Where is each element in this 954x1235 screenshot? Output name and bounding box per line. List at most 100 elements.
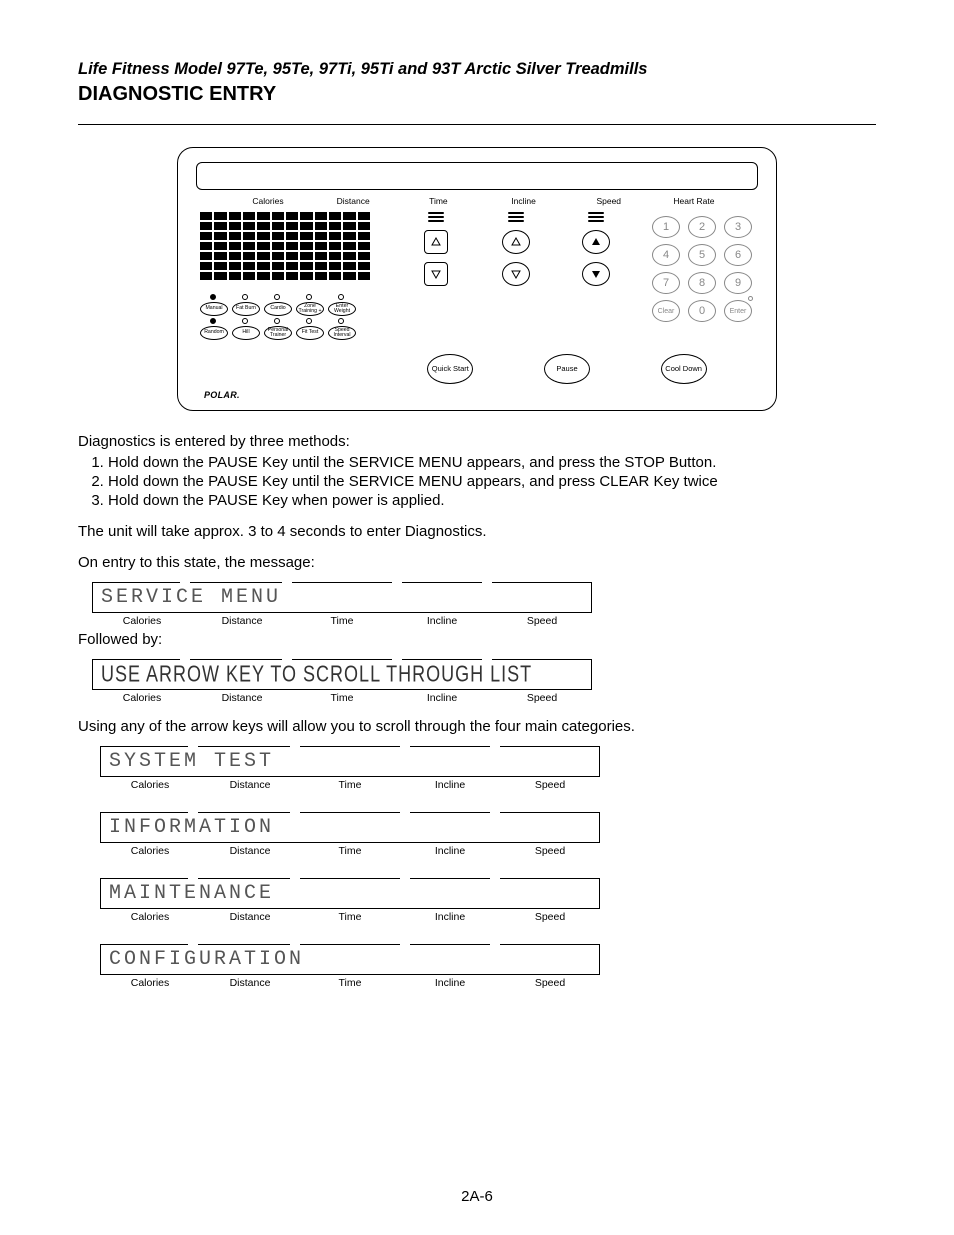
label: Speed [579,196,639,206]
label: Time [300,977,400,989]
up-arrow-icon [424,230,448,254]
label: Time [300,911,400,923]
prog-btn: Manual [200,302,228,316]
console-action-row: Quick Start Pause Cool Down [192,346,762,384]
prog-btn: Random [200,326,228,340]
display-text: USE ARROW KEY TO SCROLL THROUGH LIST [101,660,532,687]
label: Calories [100,845,200,857]
display-maintenance: MAINTENANCE CaloriesDistanceTimeInclineS… [100,873,600,923]
down-arrow-icon [424,262,448,286]
scroll-note-text: Using any of the arrow keys will allow y… [78,718,876,735]
header-title: DIAGNOSTIC ENTRY [78,83,876,106]
label: Calories [92,692,192,704]
cool-down-button: Cool Down [661,354,707,384]
display-text: SERVICE MENU [101,586,281,609]
label: Speed [492,692,592,704]
label: Incline [392,692,492,704]
key-1: 1 [652,216,680,238]
delay-text: The unit will take approx. 3 to 4 second… [78,523,876,540]
label: Speed [492,615,592,627]
display-labels: CaloriesDistanceTimeInclineSpeed [100,909,600,923]
page-number: 2A-6 [0,1188,954,1205]
label: Incline [494,196,554,206]
time-col [407,212,465,346]
step-item: Hold down the PAUSE Key until the SERVIC… [108,473,876,490]
key-clear: Clear [652,300,680,322]
prog-btn: Speed Interval [328,326,356,340]
prog-btn: Enter Weight [328,302,356,316]
program-row-2: Random Hill Personal Trainer Fit Test Sp… [200,322,390,340]
label: Heart Rate [664,196,724,206]
entry-msg-text: On entry to this state, the message: [78,554,876,571]
label: Incline [400,977,500,989]
display-configuration: CONFIGURATION CaloriesDistanceTimeInclin… [100,939,600,989]
display-labels: CaloriesDistanceTimeInclineSpeed [100,843,600,857]
prog-btn: Fat Burn [232,302,260,316]
console-top-labels: Calories Distance Time Incline Speed Hea… [192,196,762,206]
followed-by-text: Followed by: [78,631,876,648]
label: Time [300,845,400,857]
polar-brand: POLAR. [204,390,762,400]
up-arrow-icon [502,230,530,254]
pause-button: Pause [544,354,590,384]
key-7: 7 [652,272,680,294]
label: Speed [500,779,600,791]
header-subtitle: Life Fitness Model 97Te, 95Te, 97Ti, 95T… [78,60,876,79]
step-item: Hold down the PAUSE Key until the SERVIC… [108,454,876,471]
display-labels: CaloriesDistanceTimeInclineSpeed [100,777,600,791]
display-information: INFORMATION CaloriesDistanceTimeInclineS… [100,807,600,857]
console-left: Manual Fat Burn Cardio Zone Training + E… [192,212,390,346]
display-text: MAINTENANCE [109,882,274,905]
display-service-menu: SERVICE MENU Calories Distance Time Incl… [92,577,592,627]
label: Distance [192,615,292,627]
label: Time [300,779,400,791]
quick-start-button: Quick Start [427,354,473,384]
intro-text: Diagnostics is entered by three methods: [78,433,876,450]
console-dot-grid [200,212,370,280]
display-text: SYSTEM TEST [109,750,274,773]
incline-col [487,212,545,346]
key-6: 6 [724,244,752,266]
prog-btn: Fit Test [296,326,324,340]
label: Calories [238,196,298,206]
label: Incline [400,845,500,857]
display-text: CONFIGURATION [109,948,304,971]
label: Calories [100,977,200,989]
display-labels: Calories Distance Time Incline Speed [92,613,592,627]
key-0: 0 [688,300,716,322]
header-rule [78,124,876,125]
label: Distance [192,692,292,704]
label: Time [408,196,468,206]
display-text: INFORMATION [109,816,274,839]
prog-btn: Cardio [264,302,292,316]
key-4: 4 [652,244,680,266]
console-center [390,212,642,346]
down-arrow-icon [582,262,610,286]
label: Incline [392,615,492,627]
step-item: Hold down the PAUSE Key when power is ap… [108,492,876,509]
label: Speed [500,911,600,923]
key-enter: Enter [724,300,752,322]
key-5: 5 [688,244,716,266]
label: Distance [200,911,300,923]
console-keypad-area: 1 2 3 4 5 6 7 8 9 Clear 0 Enter [642,212,762,346]
prog-btn: Hill [232,326,260,340]
display-labels: Calories Distance Time Incline Speed [92,690,592,704]
label: Distance [323,196,383,206]
label: Calories [92,615,192,627]
label: Speed [500,845,600,857]
key-2: 2 [688,216,716,238]
label: Time [292,692,392,704]
label: Time [292,615,392,627]
label: Incline [400,779,500,791]
numeric-keypad: 1 2 3 4 5 6 7 8 9 Clear 0 Enter [652,216,752,322]
steps-list: Hold down the PAUSE Key until the SERVIC… [86,454,876,509]
label: Calories [100,911,200,923]
display-system-test: SYSTEM TEST CaloriesDistanceTimeInclineS… [100,741,600,791]
label: Incline [400,911,500,923]
key-9: 9 [724,272,752,294]
prog-btn: Personal Trainer [264,326,292,340]
speed-col [567,212,625,346]
label: Speed [500,977,600,989]
program-row-1: Manual Fat Burn Cardio Zone Training + E… [200,298,390,316]
